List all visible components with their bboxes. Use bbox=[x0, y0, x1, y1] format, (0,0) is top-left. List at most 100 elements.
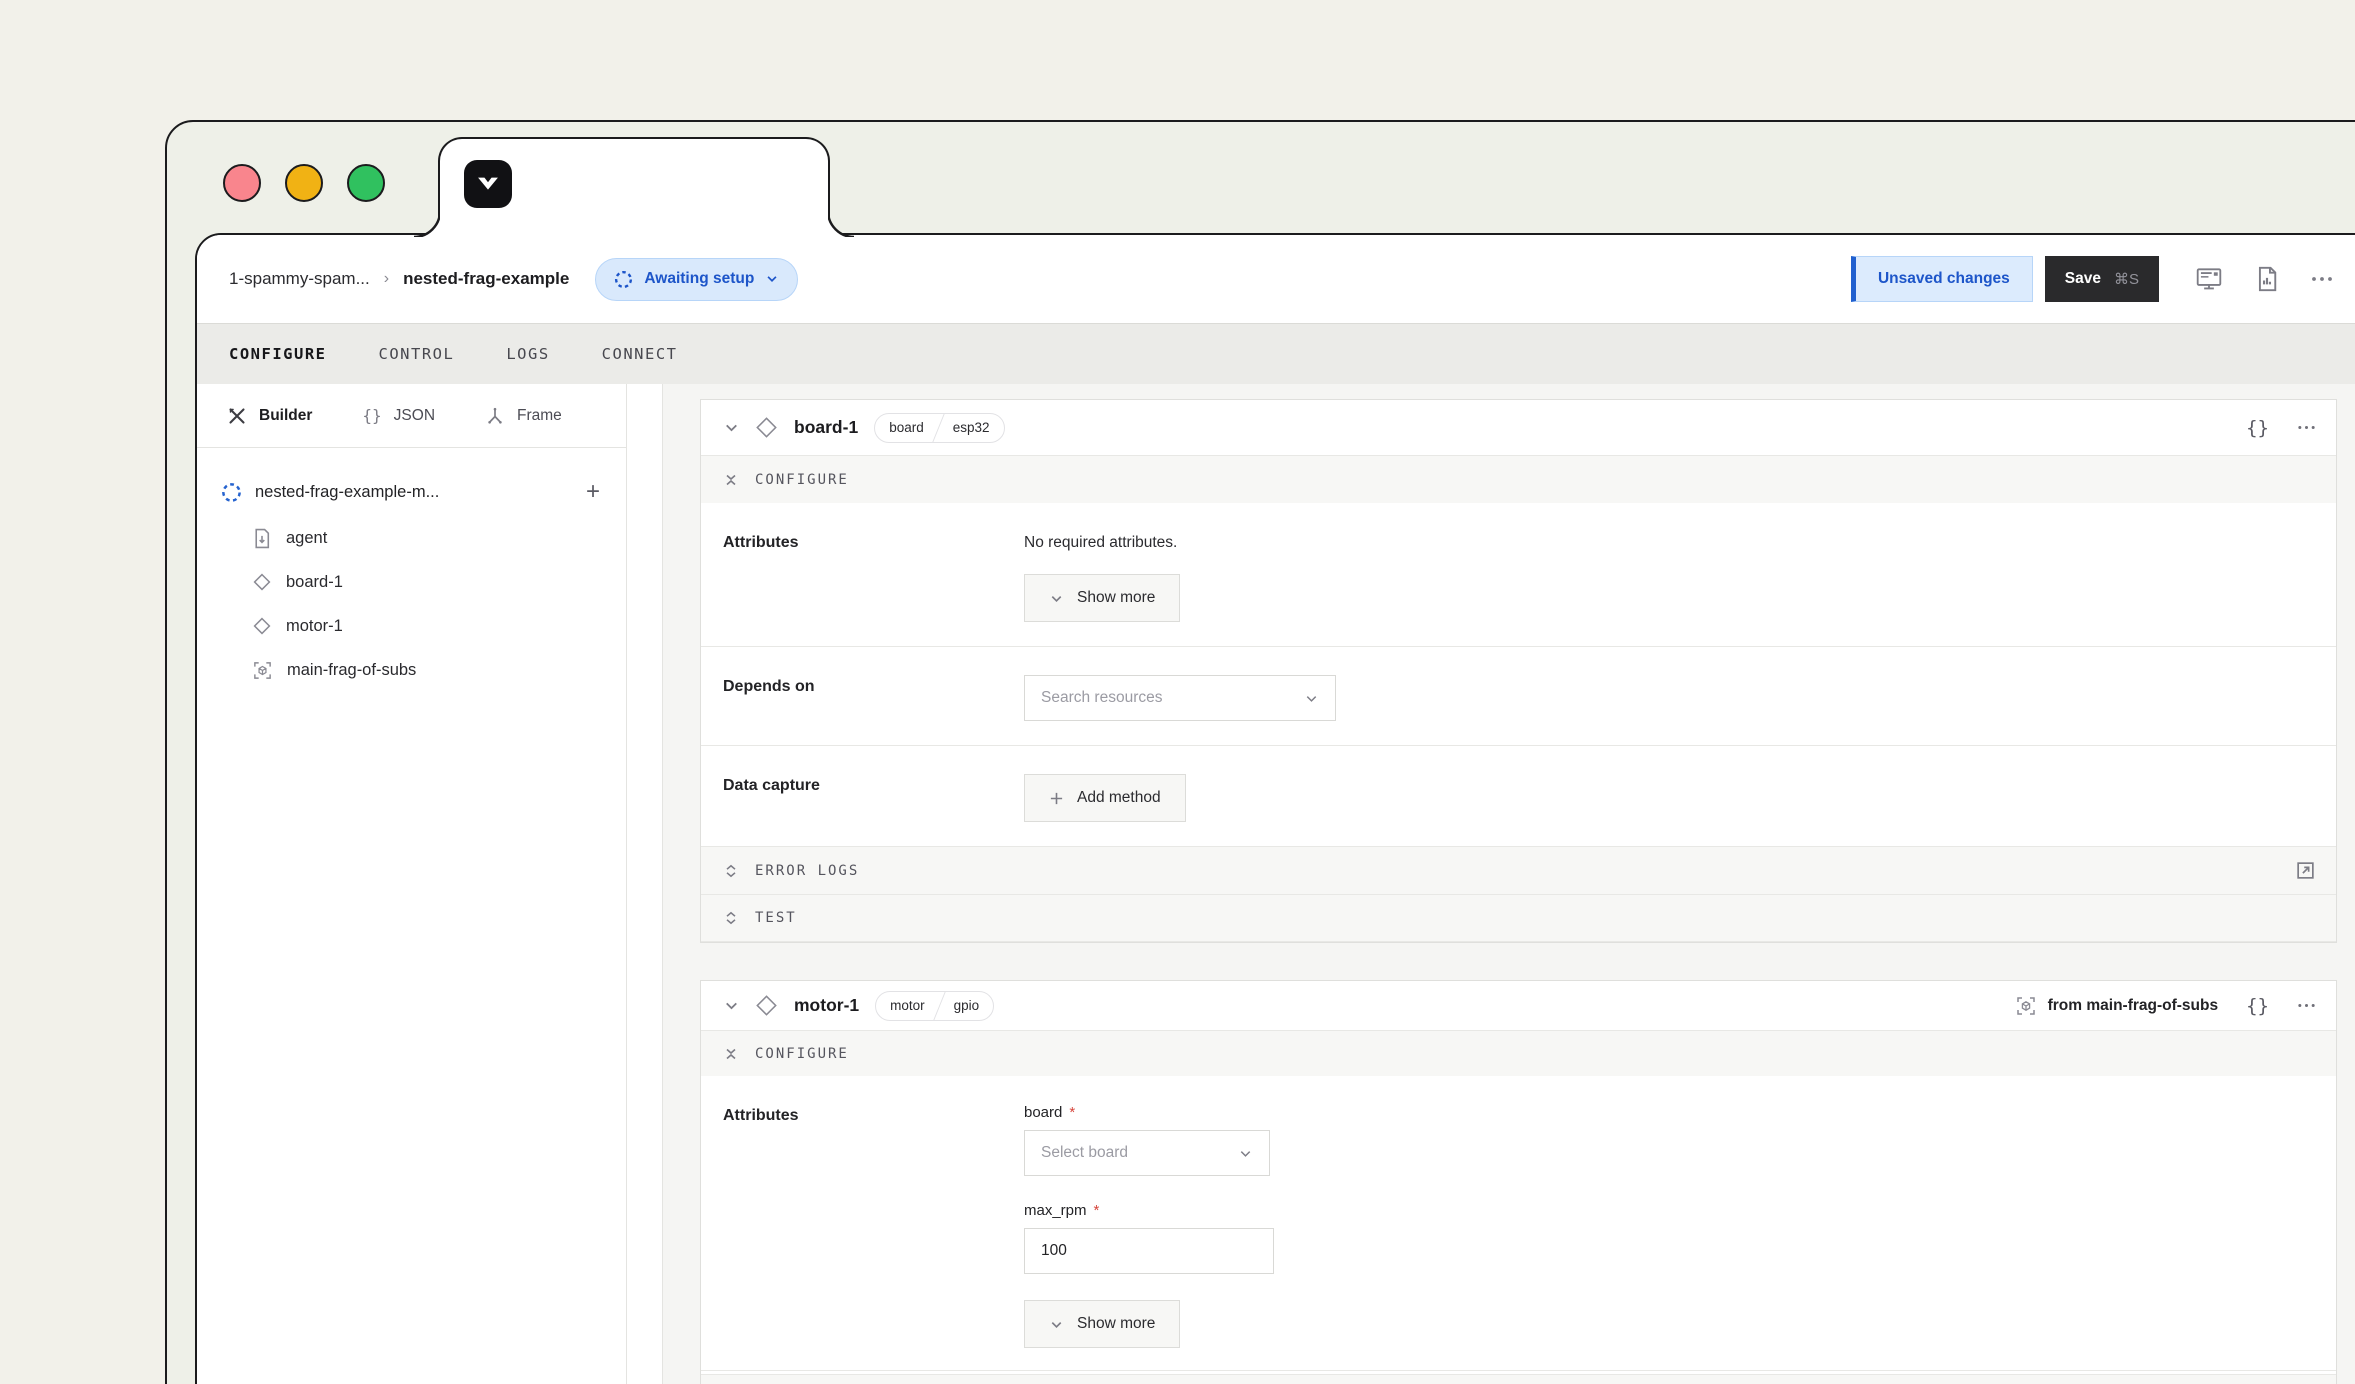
board-select[interactable]: Select board bbox=[1024, 1130, 1270, 1176]
card-board-1-tags: board esp32 bbox=[874, 413, 1004, 443]
show-more-button[interactable]: Show more bbox=[1024, 574, 1180, 622]
section-test[interactable]: TEST bbox=[701, 894, 2336, 942]
card-motor-1: motor-1 motor gpio bbox=[700, 980, 2337, 1384]
tree-item-board-1[interactable]: board-1 bbox=[252, 560, 600, 604]
collapse-chevron-icon[interactable] bbox=[723, 419, 740, 436]
zoom-window-button[interactable] bbox=[347, 164, 385, 202]
collapse-chevron-icon[interactable] bbox=[723, 997, 740, 1014]
fragment-source-label: from main-frag-of-subs bbox=[2048, 997, 2219, 1015]
tree-item-main-frag-of-subs[interactable]: main-frag-of-subs bbox=[252, 648, 600, 692]
board-depends-on-block: Depends on Search resources bbox=[701, 646, 2336, 745]
show-more-label: Show more bbox=[1077, 1315, 1155, 1333]
more-options-icon[interactable] bbox=[2297, 425, 2316, 430]
tab-configure[interactable]: CONFIGURE bbox=[229, 345, 327, 363]
external-link-icon[interactable] bbox=[2295, 860, 2316, 881]
show-more-button[interactable]: Show more bbox=[1024, 1300, 1180, 1348]
max-rpm-field: max_rpm * bbox=[1024, 1202, 2336, 1274]
status-badge-label: Awaiting setup bbox=[644, 270, 754, 288]
code-braces-icon[interactable]: {} bbox=[2246, 995, 2269, 1017]
more-options-icon[interactable] bbox=[2297, 1003, 2316, 1008]
section-configure-label: CONFIGURE bbox=[755, 472, 849, 488]
breadcrumb-separator: › bbox=[384, 270, 389, 288]
machine-header: 1-spammy-spam... › nested-frag-example A… bbox=[197, 235, 2355, 323]
breadcrumb-machine: nested-frag-example bbox=[403, 269, 569, 289]
status-badge[interactable]: Awaiting setup bbox=[595, 258, 798, 301]
machine-part-spinner-icon bbox=[221, 482, 242, 503]
tab-flare-left bbox=[414, 211, 440, 237]
tab-logs[interactable]: LOGS bbox=[506, 345, 549, 363]
machine-monitor-icon[interactable] bbox=[2195, 266, 2223, 292]
mode-tab-frame[interactable]: Frame bbox=[485, 406, 562, 426]
history-document-icon[interactable] bbox=[2255, 266, 2279, 292]
board-field: board * Select board bbox=[1024, 1104, 2336, 1176]
attributes-label: Attributes bbox=[723, 531, 1024, 622]
attributes-label: Attributes bbox=[723, 1104, 1024, 1348]
tree-item-agent-label: agent bbox=[286, 529, 327, 548]
chevron-down-icon bbox=[1049, 1317, 1064, 1332]
component-diamond-icon bbox=[754, 993, 779, 1018]
save-label: Save bbox=[2065, 270, 2101, 288]
add-resource-button[interactable]: + bbox=[586, 480, 600, 504]
tab-control[interactable]: CONTROL bbox=[379, 345, 455, 363]
plus-icon bbox=[1049, 791, 1064, 806]
max-rpm-input[interactable] bbox=[1024, 1228, 1274, 1274]
tab-flare-right bbox=[828, 211, 854, 237]
components-scroll-area[interactable]: board-1 board esp32 {} bbox=[663, 384, 2355, 1384]
tag-type: board bbox=[875, 414, 938, 442]
tree-item-main-frag-of-subs-label: main-frag-of-subs bbox=[287, 661, 416, 680]
code-braces-icon[interactable]: {} bbox=[2246, 417, 2269, 439]
attributes-empty-text: No required attributes. bbox=[1024, 531, 2336, 552]
card-motor-1-title: motor-1 bbox=[794, 995, 859, 1016]
depends-on-select[interactable]: Search resources bbox=[1024, 675, 1336, 721]
save-button[interactable]: Save ⌘S bbox=[2045, 256, 2159, 302]
minimize-window-button[interactable] bbox=[285, 164, 323, 202]
mode-tab-json[interactable]: {} JSON bbox=[362, 406, 435, 425]
section-configure[interactable]: CONFIGURE bbox=[701, 455, 2336, 503]
tree-item-motor-1[interactable]: motor-1 bbox=[252, 604, 600, 648]
section-error-logs-label: ERROR LOGS bbox=[755, 863, 859, 879]
card-board-1: board-1 board esp32 {} bbox=[700, 399, 2337, 943]
component-diamond-icon bbox=[252, 616, 272, 636]
viam-logo-icon bbox=[464, 160, 512, 208]
builder-tools-icon bbox=[227, 406, 247, 426]
show-more-label: Show more bbox=[1077, 589, 1155, 607]
breadcrumb-org[interactable]: 1-spammy-spam... bbox=[229, 269, 370, 289]
sidebar-gutter bbox=[627, 384, 663, 1384]
section-configure[interactable]: CONFIGURE bbox=[701, 1030, 2336, 1076]
mode-tab-frame-label: Frame bbox=[517, 407, 562, 425]
app-panel: 1-spammy-spam... › nested-frag-example A… bbox=[195, 233, 2355, 1384]
tag-type: motor bbox=[876, 992, 939, 1020]
fragment-source: from main-frag-of-subs bbox=[2015, 995, 2219, 1017]
board-attributes-block: Attributes No required attributes. Show … bbox=[701, 503, 2336, 646]
browser-tab[interactable] bbox=[438, 137, 830, 237]
card-motor-1-actions: from main-frag-of-subs {} bbox=[2015, 995, 2316, 1017]
save-shortcut: ⌘S bbox=[2114, 270, 2139, 288]
depends-on-label: Depends on bbox=[723, 675, 1024, 721]
tree-item-machine[interactable]: nested-frag-example-m... + bbox=[221, 468, 600, 516]
next-section-partial bbox=[701, 1374, 2336, 1384]
tree-item-agent[interactable]: agent bbox=[252, 516, 600, 560]
add-method-button[interactable]: Add method bbox=[1024, 774, 1186, 822]
mode-tab-json-label: JSON bbox=[394, 407, 435, 425]
section-error-logs[interactable]: ERROR LOGS bbox=[701, 846, 2336, 894]
section-test-label: TEST bbox=[755, 910, 797, 926]
max-rpm-field-label: max_rpm bbox=[1024, 1202, 1087, 1219]
unsaved-changes-button[interactable]: Unsaved changes bbox=[1851, 256, 2033, 302]
close-window-button[interactable] bbox=[223, 164, 261, 202]
motor-attributes-block: Attributes board * Select board bbox=[701, 1076, 2336, 1370]
tag-model: esp32 bbox=[939, 414, 1004, 442]
more-options-icon[interactable] bbox=[2311, 276, 2333, 282]
required-asterisk: * bbox=[1094, 1202, 1100, 1219]
required-asterisk: * bbox=[1069, 1104, 1075, 1121]
mode-tab-builder[interactable]: Builder bbox=[227, 406, 312, 426]
card-board-1-actions: {} bbox=[2246, 417, 2316, 439]
tree-item-motor-1-label: motor-1 bbox=[286, 617, 343, 636]
tab-connect[interactable]: CONNECT bbox=[602, 345, 678, 363]
tree-item-board-1-label: board-1 bbox=[286, 573, 343, 592]
card-board-1-title: board-1 bbox=[794, 417, 858, 438]
card-board-1-header: board-1 board esp32 {} bbox=[701, 400, 2336, 455]
tree-item-machine-label: nested-frag-example-m... bbox=[255, 483, 439, 502]
topbar-icons bbox=[2195, 266, 2333, 292]
mode-tab-builder-label: Builder bbox=[259, 407, 312, 425]
tag-model: gpio bbox=[940, 992, 994, 1020]
